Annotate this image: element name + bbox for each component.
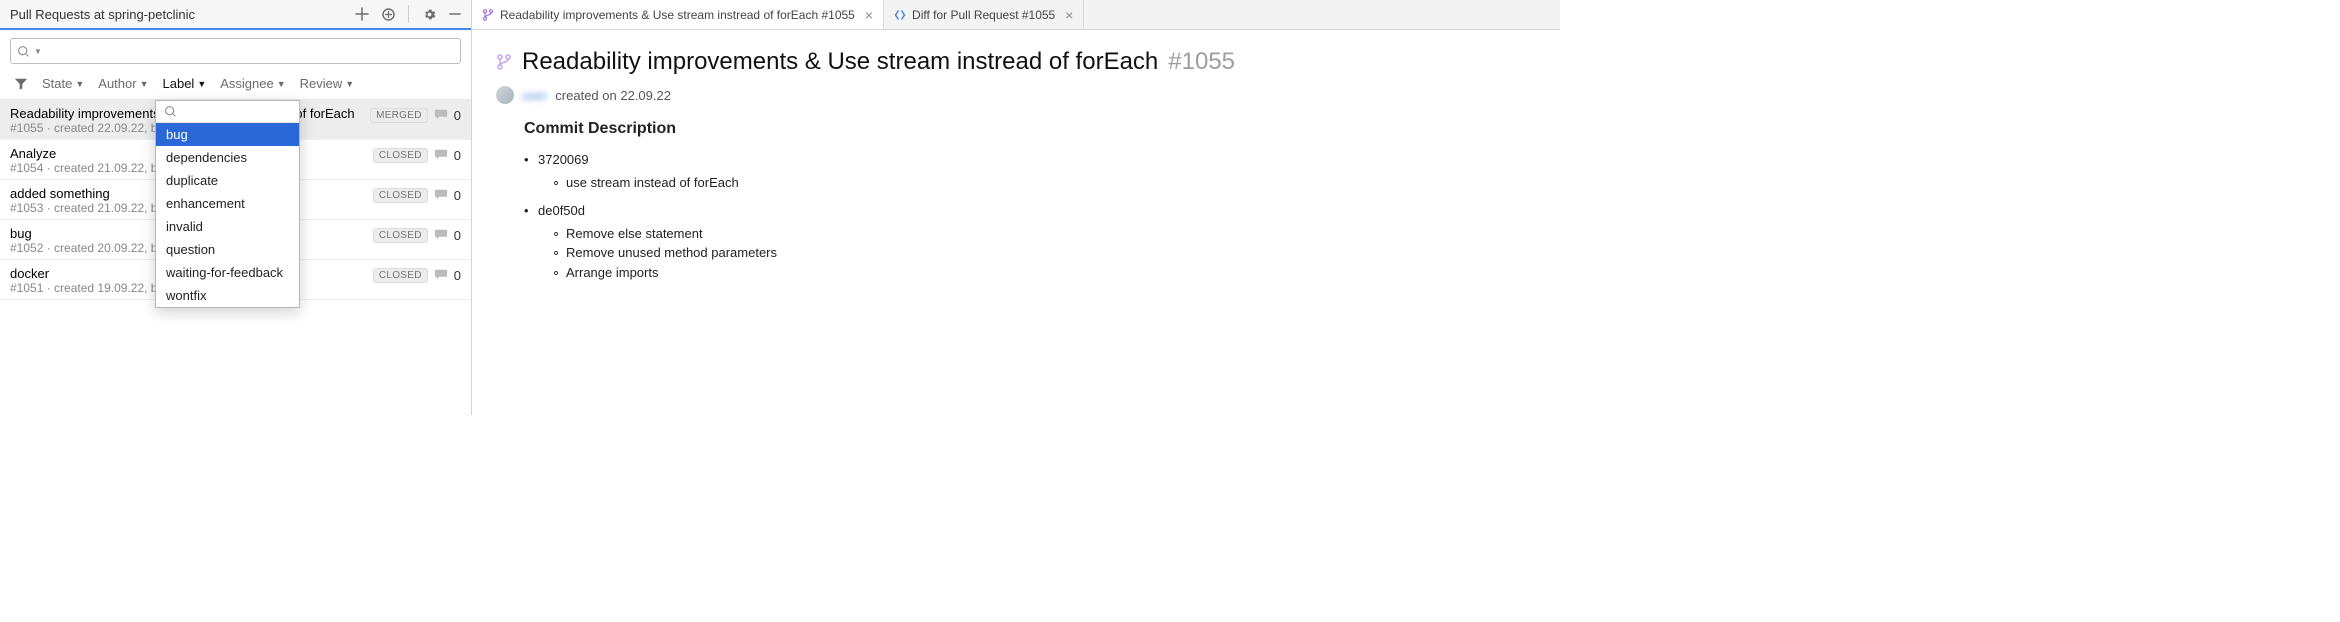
commit-item: Remove else statement [566,224,1536,244]
filter-review[interactable]: Review▼ [300,76,355,91]
label-search-input[interactable] [156,101,299,123]
close-icon[interactable]: × [1061,7,1073,23]
tab-label: Readability improvements & Use stream in… [500,8,855,22]
panel-header: Pull Requests at spring-petclinic [0,0,471,30]
comment-count: 0 [454,108,461,123]
pr-state-badge: CLOSED [373,268,428,283]
detail-title-row: Readability improvements & Use stream in… [496,48,1536,76]
comment-count: 0 [454,148,461,163]
detail-body: Readability improvements & Use stream in… [472,30,1560,300]
author-name: user [522,88,547,103]
diff-icon [894,9,906,21]
tab-pr-detail[interactable]: Readability improvements & Use stream in… [472,0,884,29]
filter-label[interactable]: Label▼ [163,76,207,91]
commit-item: Remove unused method parameters [566,243,1536,263]
comment-count: 0 [454,188,461,203]
pull-requests-panel: Pull Requests at spring-petclinic ▼ [0,0,472,415]
avatar [496,86,514,104]
created-on: created on 22.09.22 [555,88,671,103]
header-actions [354,5,463,23]
filter-author[interactable]: Author▼ [98,76,148,91]
label-option[interactable]: duplicate [156,169,299,192]
commit-description: Commit Description 3720069 use stream in… [524,120,1536,282]
tab-label: Diff for Pull Request #1055 [912,8,1055,22]
label-option[interactable]: enhancement [156,192,299,215]
comment-icon [434,148,448,162]
comment-count: 0 [454,268,461,283]
detail-panel: Readability improvements & Use stream in… [472,0,1560,415]
commit-item: Arrange imports [566,263,1536,283]
commit-item: use stream instead of forEach [566,173,1536,193]
comment-icon [434,228,448,242]
label-option[interactable]: bug [156,123,299,146]
comment-icon [434,108,448,122]
filter-bar: State▼ Author▼ Label▼ Assignee▼ Review▼ [0,70,471,100]
separator [408,5,409,23]
pr-state-badge: CLOSED [373,148,428,163]
close-icon[interactable]: × [861,7,873,23]
author-row: user created on 22.09.22 [496,86,1536,104]
search-input[interactable]: ▼ [10,38,461,64]
branch-icon [482,9,494,21]
branch-icon [496,54,512,70]
detail-pr-number: #1055 [1168,48,1235,76]
plus-icon[interactable] [354,6,370,22]
search-row: ▼ [0,30,471,70]
pr-state-badge: CLOSED [373,188,428,203]
commit-sha: de0f50d [538,203,1536,218]
label-dropdown: bug dependencies duplicate enhancement i… [155,100,300,308]
search-icon [17,45,30,58]
tabs-row: Readability improvements & Use stream in… [472,0,1560,30]
commit-sha: 3720069 [538,152,1536,167]
comment-count: 0 [454,228,461,243]
minimize-icon[interactable] [447,6,463,22]
comment-icon [434,188,448,202]
label-option[interactable]: wontfix [156,284,299,307]
filter-icon[interactable] [14,77,28,91]
detail-title: Readability improvements & Use stream in… [522,48,1158,76]
gear-icon[interactable] [421,6,437,22]
pr-list: Readability improvements & Use stream in… [0,100,471,415]
label-option[interactable]: invalid [156,215,299,238]
filter-state[interactable]: State▼ [42,76,84,91]
label-option[interactable]: question [156,238,299,261]
panel-title: Pull Requests at spring-petclinic [10,7,354,22]
pr-state-badge: CLOSED [373,228,428,243]
label-option[interactable]: dependencies [156,146,299,169]
comment-icon [434,268,448,282]
filter-assignee[interactable]: Assignee▼ [220,76,285,91]
dropdown-caret-icon: ▼ [34,47,42,56]
pr-state-badge: MERGED [370,108,428,123]
commit-desc-header: Commit Description [524,120,1536,138]
label-option[interactable]: waiting-for-feedback [156,261,299,284]
tab-diff[interactable]: Diff for Pull Request #1055 × [884,0,1084,29]
refresh-icon[interactable] [380,6,396,22]
